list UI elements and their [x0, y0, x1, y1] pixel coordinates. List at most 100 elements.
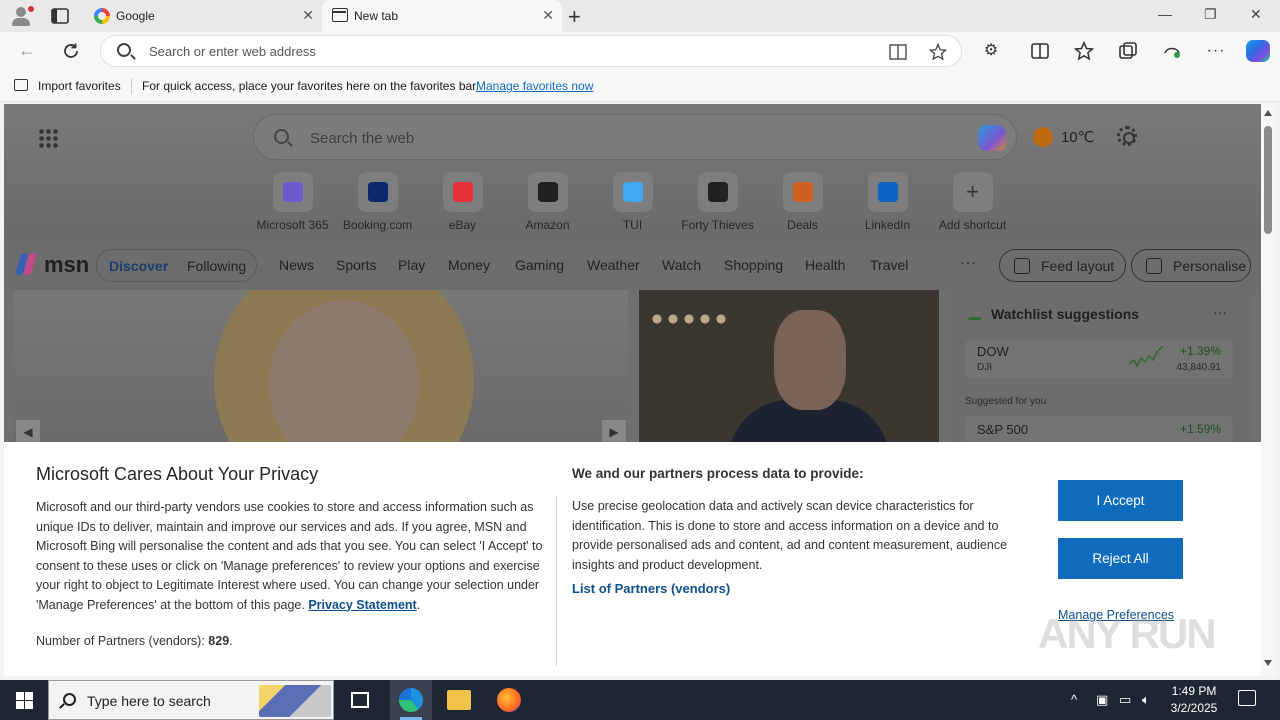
system-clock[interactable]: 1:49 PM 3/2/2025: [1164, 683, 1224, 717]
copilot-icon[interactable]: [978, 125, 1006, 151]
feed-layout-button[interactable]: Feed layout: [999, 249, 1126, 282]
widget-more-icon[interactable]: ···: [1213, 304, 1227, 320]
restore-button[interactable]: ❐: [1204, 6, 1217, 23]
favorites-icon[interactable]: [1074, 41, 1094, 61]
copilot-icon[interactable]: [1246, 40, 1270, 62]
network-icon[interactable]: ▭: [1119, 692, 1131, 708]
news-image-lights: [649, 314, 729, 324]
app-launcher-icon[interactable]: [38, 128, 58, 148]
shortcut-linkedin[interactable]: LinkedIn: [845, 172, 930, 232]
nav-more-icon[interactable]: ···: [960, 254, 977, 270]
show-hidden-icons-icon[interactable]: ^: [1071, 692, 1077, 707]
nav-travel[interactable]: Travel: [870, 257, 908, 273]
notifications-icon[interactable]: [1238, 690, 1256, 706]
privacy-statement-link[interactable]: Privacy Statement: [308, 598, 416, 612]
feed-toggle: Discover Following: [96, 249, 257, 282]
nav-shopping[interactable]: Shopping: [724, 257, 783, 273]
shortcut-label: LinkedIn: [864, 218, 911, 232]
performance-icon[interactable]: [1162, 41, 1182, 61]
shortcut-mark: [792, 182, 813, 202]
sparkline-icon: [1129, 345, 1163, 368]
refresh-icon[interactable]: [62, 42, 80, 60]
shortcut-booking[interactable]: Booking.com: [335, 172, 420, 232]
data-processing-body: Use precise geolocation data and activel…: [572, 499, 1008, 572]
back-icon[interactable]: ←: [18, 40, 36, 61]
favorite-star-icon[interactable]: [929, 43, 947, 61]
settings-more-icon[interactable]: ···: [1206, 41, 1226, 61]
windows-start-icon[interactable]: [16, 692, 33, 709]
nav-play[interactable]: Play: [398, 257, 425, 273]
carousel-next-icon[interactable]: ▶: [602, 420, 626, 444]
page-scrollbar[interactable]: [1261, 104, 1276, 676]
shortcut-forty-thieves[interactable]: Forty Thieves: [675, 172, 760, 232]
web-search-box[interactable]: Search the web: [253, 114, 1017, 160]
personalise-button[interactable]: Personalise: [1131, 249, 1251, 282]
feed-layout-icon: [1014, 258, 1030, 274]
profile-icon[interactable]: [8, 4, 34, 28]
nav-health[interactable]: Health: [805, 257, 845, 273]
address-bar[interactable]: Search or enter web address: [100, 35, 962, 67]
news-card[interactable]: [639, 290, 939, 450]
address-placeholder: Search or enter web address: [149, 44, 316, 59]
nav-watch[interactable]: Watch: [662, 257, 701, 273]
shortcut-ebay[interactable]: eBay: [420, 172, 505, 232]
ebay-icon: [442, 172, 483, 212]
accept-button[interactable]: I Accept: [1058, 480, 1183, 521]
clock-date: 3/2/2025: [1170, 701, 1218, 715]
clock-time: 1:49 PM: [1171, 684, 1217, 698]
nav-money[interactable]: Money: [448, 257, 490, 273]
task-view-icon[interactable]: [351, 692, 369, 708]
firefox-icon[interactable]: [497, 688, 521, 712]
close-tab-icon[interactable]: ✕: [302, 7, 314, 24]
security-icon[interactable]: ▣: [1096, 692, 1108, 708]
manage-favorites-link[interactable]: Manage favorites now: [476, 79, 593, 93]
collections-icon[interactable]: [1118, 41, 1138, 61]
nav-weather[interactable]: Weather: [587, 257, 640, 273]
extensions-icon[interactable]: ⚙: [981, 41, 1001, 61]
reject-all-button[interactable]: Reject All: [1058, 538, 1183, 579]
shortcut-deals[interactable]: Deals: [760, 172, 845, 232]
tab-google[interactable]: Google ✕: [84, 0, 322, 32]
import-favorites-button[interactable]: Import favorites: [38, 79, 121, 93]
nav-news[interactable]: News: [279, 257, 314, 273]
period: .: [416, 597, 421, 612]
taskbar-search[interactable]: Type here to search: [48, 680, 334, 720]
nav-gaming[interactable]: Gaming: [515, 257, 564, 273]
nav-sports[interactable]: Sports: [336, 257, 376, 273]
scrollbar-thumb[interactable]: [1264, 126, 1272, 234]
shortcut-label: Add shortcut: [938, 218, 1007, 232]
tab-actions-icon[interactable]: [50, 7, 70, 25]
scroll-up-icon[interactable]: [1264, 110, 1272, 116]
shortcut-tui[interactable]: TUI: [590, 172, 675, 232]
immersive-reader-icon[interactable]: [889, 44, 907, 60]
page-settings-icon[interactable]: [1117, 126, 1137, 146]
edge-icon[interactable]: [399, 688, 423, 712]
shortcut-microsoft-365[interactable]: Microsoft 365: [250, 172, 335, 232]
tab-following[interactable]: Following: [187, 258, 246, 274]
new-tab-button[interactable]: +: [568, 4, 581, 30]
partners-label: Number of Partners (vendors):: [36, 634, 205, 648]
search-icon: [117, 43, 131, 57]
search-highlight-image: [259, 685, 331, 717]
close-window-button[interactable]: ✕: [1250, 6, 1262, 23]
tab-new-tab[interactable]: New tab ✕: [322, 0, 562, 32]
shortcut-add[interactable]: + Add shortcut: [930, 172, 1015, 232]
shortcut-amazon[interactable]: Amazon: [505, 172, 590, 232]
list-of-partners-link[interactable]: List of Partners (vendors): [572, 581, 730, 596]
msn-logo[interactable]: msn: [44, 252, 89, 278]
weather-temperature[interactable]: 10℃: [1061, 128, 1095, 146]
file-explorer-icon[interactable]: [447, 690, 471, 710]
split-screen-icon[interactable]: [1030, 41, 1050, 61]
stock-row[interactable]: DOW DJI +1.39% 43,840.91: [965, 340, 1233, 378]
data-processing-title: We and our partners process data to prov…: [572, 466, 864, 481]
minimize-button[interactable]: —: [1158, 6, 1172, 22]
close-tab-icon[interactable]: ✕: [542, 7, 554, 24]
tui-icon: [612, 172, 653, 212]
scroll-down-icon[interactable]: [1264, 660, 1272, 666]
volume-icon[interactable]: 🔈︎: [1142, 692, 1150, 708]
carousel-prev-icon[interactable]: ◀: [16, 420, 40, 444]
hero-news-card[interactable]: ◀ ▶: [14, 290, 628, 450]
shortcut-label: TUI: [622, 218, 643, 232]
weather-icon[interactable]: [1033, 127, 1053, 147]
tab-discover[interactable]: Discover: [109, 258, 168, 274]
